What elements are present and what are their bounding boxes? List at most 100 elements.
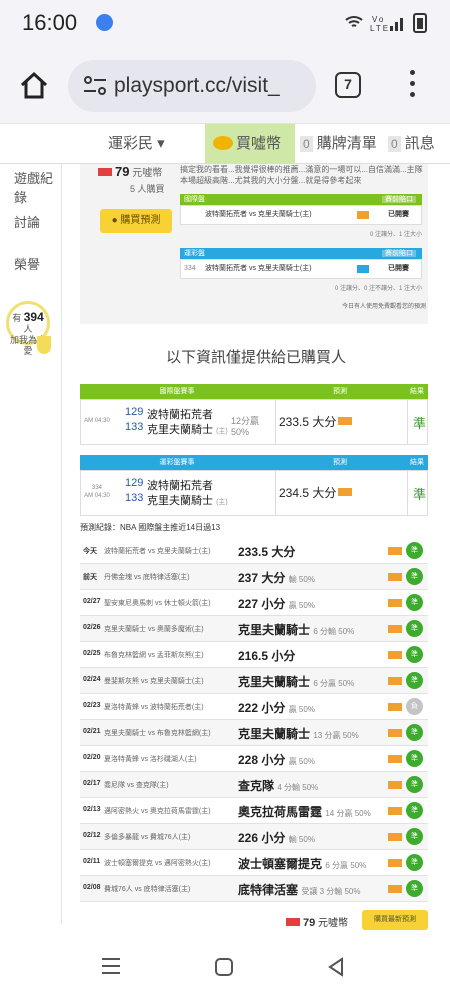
record-result-badge: 準 — [406, 568, 423, 585]
record-pick: 克里夫蘭騎士 6 分輸 50% — [238, 623, 355, 637]
record-tag-icon — [388, 599, 402, 607]
sidebar-item-discuss[interactable]: 討論 — [14, 212, 40, 231]
record-pick: 奧克拉荷馬雷霆 14 分贏 50% — [238, 805, 371, 819]
record-row: 今天 波特蘭拓荒者 vs 克里夫蘭騎士(主) 233.5 大分 準 — [80, 538, 428, 564]
record-tag-icon — [388, 651, 402, 659]
record-game: 喬尼隊 vs 查克隊(主) — [104, 782, 169, 789]
bulb-unit: 人 — [23, 324, 33, 334]
record-result-badge: 準 — [406, 542, 423, 559]
intl-result: 準 — [413, 416, 427, 431]
record-pick: 226 小分 輸 50% — [238, 831, 315, 845]
buy-latest-button[interactable]: 購買最新預測 — [362, 910, 428, 930]
record-row: 02/12 多倫多暴龍 vs 費城76人(主) 226 小分 輸 50% 準 — [80, 824, 428, 850]
url-text[interactable]: playsport.cc/visit_ — [114, 74, 280, 98]
bulb-pre: 有 — [12, 313, 22, 323]
recent-apps-icon[interactable] — [100, 957, 122, 975]
record-pick: 克里夫蘭騎士 13 分贏 50% — [238, 727, 359, 741]
record-row: 02/11 波士頓塞爾提克 vs 邁阿密熱火(主) 波士頓塞爾提克 6 分贏 50%… — [80, 850, 428, 876]
record-pick: 波士頓塞爾提克 6 分贏 50% — [238, 857, 367, 871]
record-pick: 227 小分 贏 50% — [238, 597, 315, 611]
record-date: 02/20 — [83, 754, 101, 761]
record-date: 02/08 — [83, 884, 101, 891]
nav-ranks[interactable]: 運彩民 ▾ — [108, 124, 165, 164]
record-row: 02/26 克里夫蘭騎士 vs 奧蘭多魔術(主) 克里夫蘭騎士 6 分輸 50% 準 — [80, 616, 428, 642]
record-date: 02/26 — [83, 624, 101, 631]
record-date: 02/23 — [83, 702, 101, 709]
record-tag-icon — [388, 677, 402, 685]
coin-icon — [213, 136, 233, 150]
preview-footer: 今日有人使用免費觀看您的預測 — [341, 304, 426, 310]
home-icon[interactable] — [18, 70, 50, 102]
intl-pick: 233.5 大分 — [279, 413, 353, 430]
prediction-preview: 79 元噓幣 5 人購買 ● 購買預測 搞定我的看看...我覺得很棒的推薦...… — [80, 164, 428, 324]
buyers-only-notice: 以下資訊僅提供給已購買人 — [165, 349, 346, 366]
svg-text:Vo: Vo — [372, 15, 385, 24]
record-result-badge: 準 — [406, 620, 423, 637]
record-tag-icon — [388, 755, 402, 763]
back-icon[interactable] — [326, 957, 346, 977]
record-game: 克里夫蘭騎士 vs 布魯克林籃網(主) — [104, 730, 211, 737]
record-row: 02/08 費城76人 vs 底特律活塞(主) 底特律活塞 受讓 3 分輸 50% 準 — [80, 876, 428, 902]
record-result-badge: 準 — [406, 828, 423, 845]
record-list: 今天 波特蘭拓荒者 vs 克里夫蘭騎士(主) 233.5 大分 準前天 丹佛金塊 vs… — [80, 538, 428, 902]
record-game: 費城76人 vs 底特律活塞(主) — [104, 886, 191, 893]
sport-pick: 234.5 大分 — [279, 484, 353, 501]
more-menu-icon[interactable] — [408, 70, 416, 100]
record-result-badge: 準 — [406, 750, 423, 767]
app-notification-icon — [96, 14, 113, 31]
record-result-badge: 準 — [406, 724, 423, 741]
record-row: 02/25 布魯克林籃網 vs 孟菲斯灰熊(主) 216.5 小分 準 — [80, 642, 428, 668]
nav-cart-label: 購牌清單 — [316, 135, 377, 152]
record-game: 邁阿密熱火 vs 奧克拉荷馬雷霆(主) — [104, 808, 211, 815]
record-game: 波特蘭拓荒者 vs 克里夫蘭騎士(主) — [104, 548, 211, 555]
preview-intl: 國際盤 賽前賠口 波特蘭拓荒者 vs 克里夫蘭騎士(主) 已開賽 0 注讓分、1 注… — [180, 194, 422, 238]
status-time: 16:00 — [22, 10, 78, 35]
record-pick: 查克隊 4 分輸 50% — [238, 779, 319, 793]
record-game: 曼斐斯灰熊 vs 克里夫蘭騎士(主) — [104, 678, 204, 685]
record-date: 02/13 — [83, 806, 101, 813]
record-tag-icon — [388, 625, 402, 633]
site-nav: 運彩民 ▾ 買噓幣 0 購牌清單 0 訊息 — [0, 124, 450, 164]
record-game: 夏洛特黃蜂 vs 洛杉磯湖人(主) — [104, 756, 197, 763]
sport-result: 準 — [413, 487, 427, 502]
record-tag-icon — [388, 885, 402, 893]
bottom-buy-bar: 79 元噓幣 購買最新預測 — [80, 910, 428, 932]
record-result-badge: 準 — [406, 776, 423, 793]
record-pick: 237 大分 輸 50% — [238, 571, 315, 585]
record-game: 克里夫蘭騎士 vs 奧蘭多魔術(主) — [104, 626, 204, 633]
sidebar-item-honor[interactable]: 榮譽 — [14, 254, 40, 273]
bulb-count: 394 — [23, 310, 44, 324]
record-date: 02/12 — [83, 832, 101, 839]
preview-sport: 運彩盤 賽前賠口 334 波特蘭拓荒者 vs 克里夫蘭騎士(主) 已開賽 0 注讓分、… — [180, 248, 422, 292]
record-row: 02/27 聖安東尼奧馬刺 vs 休士頓火箭(主) 227 小分 贏 50% 準 — [80, 590, 428, 616]
sidebar-item-records[interactable]: 遊戲紀錄 — [14, 168, 61, 206]
nav-messages[interactable]: 0 訊息 — [388, 124, 435, 164]
record-title: 預測紀錄：NBA 國際盤主推近14日過13 — [80, 523, 221, 532]
record-pick: 228 小分 贏 50% — [238, 753, 315, 767]
record-pick: 222 小分 贏 50% — [238, 701, 315, 715]
record-date: 前天 — [83, 574, 97, 581]
nav-cart[interactable]: 0 購牌清單 — [300, 124, 377, 164]
nav-buy-coins[interactable]: 買噓幣 — [205, 124, 295, 164]
record-game: 夏洛特黃蜂 vs 波特蘭拓荒者(主) — [104, 704, 204, 711]
record-result-badge: 準 — [406, 646, 423, 663]
record-row: 02/13 邁阿密熱火 vs 奧克拉荷馬雷霆(主) 奧克拉荷馬雷霆 14 分贏 50… — [80, 798, 428, 824]
game-time: AM 04:30 — [84, 418, 110, 424]
record-row: 前天 丹佛金塊 vs 底特律活塞(主) 237 大分 輸 50% 準 — [80, 564, 428, 590]
intl-table: 國際盤賽事 預測 結果 AM 04:30 129 波特蘭拓荒者 133 克里夫蘭… — [80, 384, 428, 445]
record-pick: 底特律活塞 受讓 3 分輸 50% — [238, 883, 361, 897]
buy-prediction-button[interactable]: ● 購買預測 — [100, 209, 172, 233]
home-nav-icon[interactable] — [214, 957, 234, 977]
preview-buyers: 5 人購買 — [130, 184, 165, 194]
record-date: 02/25 — [83, 650, 101, 657]
site-settings-icon[interactable] — [82, 74, 108, 98]
record-row: 02/20 夏洛特黃蜂 vs 洛杉磯湖人(主) 228 小分 贏 50% 準 — [80, 746, 428, 772]
address-bar[interactable]: playsport.cc/visit_ — [68, 60, 316, 112]
svg-text:LTE: LTE — [370, 24, 390, 33]
cart-count: 0 — [300, 136, 313, 152]
tab-count-button[interactable]: 7 — [335, 72, 361, 98]
record-date: 02/24 — [83, 676, 101, 683]
sidebar: 遊戲紀錄 討論 榮譽 有 394 人 加我為喜愛 — [0, 164, 62, 924]
record-row: 02/21 克里夫蘭騎士 vs 布魯克林籃網(主) 克里夫蘭騎士 13 分贏 50%… — [80, 720, 428, 746]
record-tag-icon — [388, 807, 402, 815]
